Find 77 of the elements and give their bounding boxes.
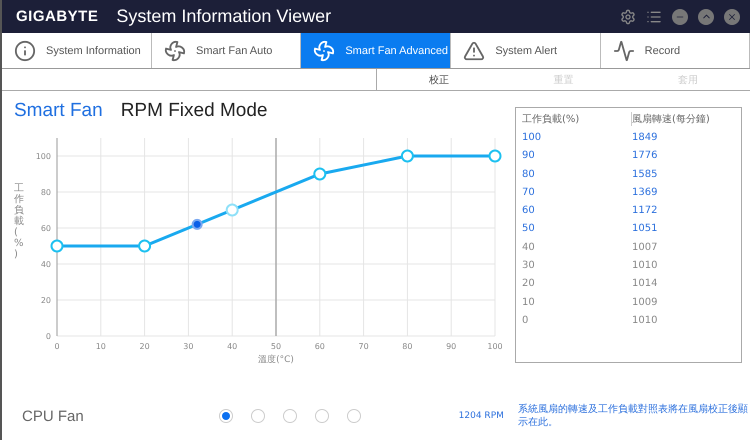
close-icon [727,12,737,22]
tick-label: 0 [46,332,51,341]
profile-radio[interactable] [346,409,361,423]
rpm-reading: 1204 RPM [458,411,504,421]
table-cell-text: 60 [522,205,536,216]
action-button[interactable]: 校正 [377,69,502,90]
fan-icon [164,40,186,62]
tick-label: 30 [183,342,194,351]
table-cell-text: 0 [522,314,530,326]
mode-tab[interactable]: Smart Fan [14,100,103,122]
restore-button[interactable] [698,8,714,24]
tick-label: 50 [270,342,282,351]
tick-label: 70 [358,342,369,351]
tick-label: 80 [402,342,412,351]
tick-label: 0 [54,342,60,351]
gear-icon [620,8,636,24]
table-cell-text: 40 [522,242,536,253]
tick-label: 60 [40,224,51,233]
tick-label: 20 [140,342,150,351]
table-cell-text: 1369 [632,186,658,198]
table-cell-text: 1849 [632,132,658,143]
table-cell-text: 30 [522,260,536,272]
curve-point-handle[interactable] [313,168,326,180]
tick-label: 40 [40,260,51,269]
table-cell-text: 1010 [632,260,658,272]
profile-radio[interactable] [250,409,265,423]
curve-point-handle[interactable] [50,240,64,252]
profile-radio[interactable] [282,409,297,423]
table-cell-text: 1051 [632,223,658,234]
table-cell-text: 70 [522,186,536,198]
tick-label: 10 [96,342,106,351]
column-header: 工作負載(%) [522,112,632,126]
info-note: 系統風扇的轉速及工作負載對照表將在風扇校正後顯示在此。 [518,403,749,429]
fan-icon [313,40,336,62]
warning-icon [463,40,486,62]
brand-logo: GIGABYTE [16,8,98,25]
close-button[interactable] [724,8,740,24]
table-cell-text: 100 [522,132,542,143]
nav-tab[interactable]: Smart Fan Advanced [301,33,452,68]
table-cell-text: 50 [522,223,536,234]
info-icon [14,40,36,62]
tick-label: 100 [487,342,503,351]
tick-label: 80 [40,188,51,197]
fan-name: CPU Fan [22,408,85,424]
curve-point-handle[interactable] [488,150,502,162]
curve-point-handle[interactable] [400,150,414,162]
list-icon [646,8,662,24]
table-cell-text: 10 [522,296,536,308]
tick-label: 60 [314,342,325,351]
table-cell-text: 90 [522,150,536,162]
list-button[interactable] [646,8,662,24]
profile-radio[interactable] [314,409,329,423]
tick-label: 40 [227,342,238,351]
column-header: 風扇轉速(每分鐘) [632,112,711,126]
table-cell-text: 1014 [632,278,658,290]
table-cell-text: 1009 [632,296,658,308]
table-cell-text: 1010 [632,314,658,326]
tick-label: 90 [446,342,456,351]
table-cell-text: 1776 [632,150,658,162]
table-cell-text: 20 [522,278,536,290]
table-cell-text: 1172 [632,205,658,216]
table-cell-text: 1585 [632,168,658,180]
table-cell-text: 80 [522,168,536,180]
axis-title: 工作負載(%) [14,182,24,260]
mode-tab[interactable]: RPM Fixed Mode [120,100,268,122]
axis-title: 溫度(°C) [258,355,294,365]
tick-label: 20 [40,296,51,305]
table-cell-text: 1007 [632,242,658,253]
profile-radio[interactable] [218,409,233,423]
tick-label: 100 [36,152,51,161]
curve-point-handle[interactable] [138,240,152,252]
current-point [192,218,203,230]
window-title: System Information Viewer [116,6,332,27]
curve-point-handle[interactable] [226,204,239,216]
pulse-icon [612,40,635,62]
minimize-button[interactable] [672,8,688,24]
settings-button[interactable] [620,8,636,24]
